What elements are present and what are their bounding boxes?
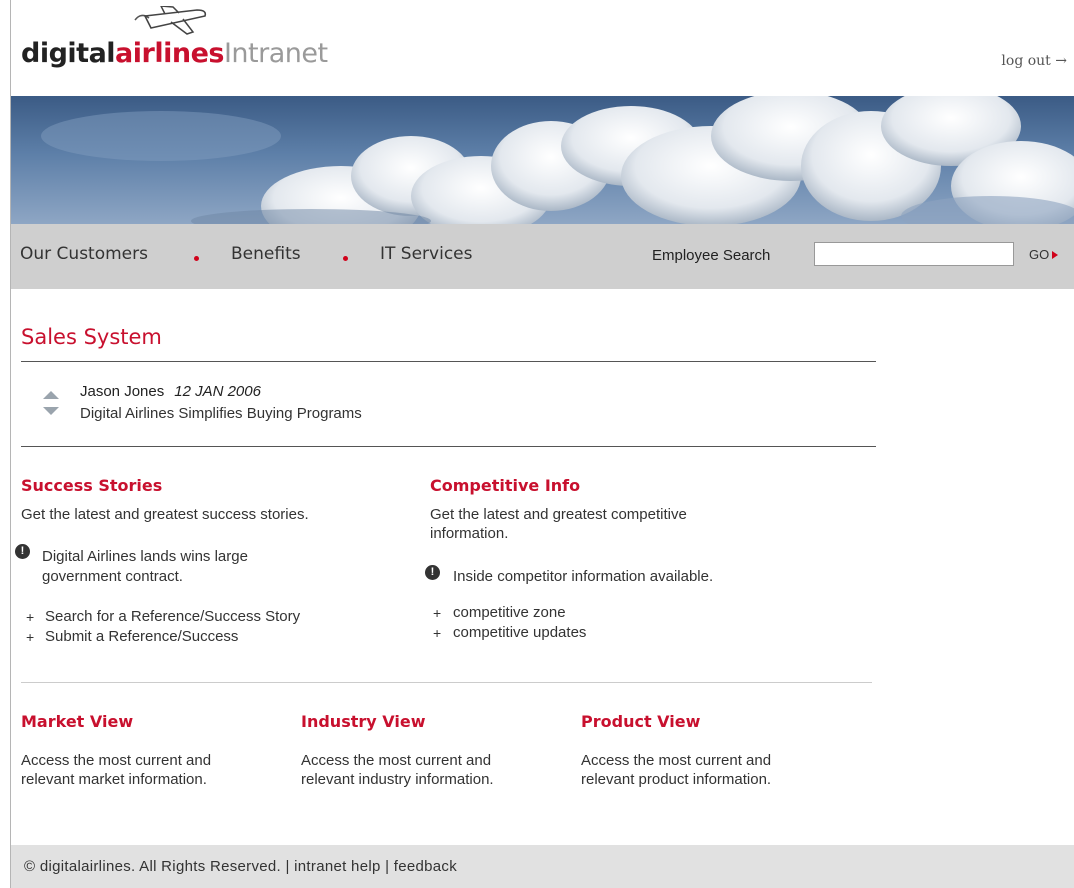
market-view-heading[interactable]: Market View bbox=[21, 712, 133, 731]
industry-view-heading[interactable]: Industry View bbox=[301, 712, 425, 731]
arrow-down-icon[interactable] bbox=[43, 407, 59, 415]
market-view-line2: relevant market information. bbox=[21, 771, 207, 788]
alert-icon: ! bbox=[15, 544, 30, 559]
main-nav-bar: Our Customers Benefits IT Services Emplo… bbox=[11, 224, 1074, 289]
news-meta: Jason Jones 12 JAN 2006 bbox=[80, 383, 261, 400]
plus-icon: + bbox=[433, 625, 442, 641]
clouds-image bbox=[41, 96, 1074, 224]
nav-it-services[interactable]: IT Services bbox=[380, 244, 473, 264]
product-view-line2: relevant product information. bbox=[581, 771, 772, 788]
submit-reference-link[interactable]: Submit a Reference/Success bbox=[45, 628, 238, 645]
industry-view-line1: Access the most current and bbox=[301, 752, 492, 769]
divider bbox=[21, 361, 876, 362]
news-headline[interactable]: Digital Airlines Simplifies Buying Progr… bbox=[80, 405, 362, 422]
market-view-line1: Access the most current and bbox=[21, 752, 212, 769]
competitive-zone-link[interactable]: competitive zone bbox=[453, 604, 566, 621]
nav-benefits[interactable]: Benefits bbox=[231, 244, 301, 264]
employee-search-label: Employee Search bbox=[652, 247, 771, 264]
site-logo[interactable]: digitalairlinesIntranet bbox=[21, 38, 328, 69]
success-alert-line2[interactable]: government contract. bbox=[42, 567, 183, 586]
logout-link[interactable]: log out → bbox=[1001, 53, 1067, 69]
footer-text[interactable]: © digitalairlines. All Rights Reserved. … bbox=[24, 858, 457, 875]
nav-our-customers[interactable]: Our Customers bbox=[20, 244, 148, 264]
arrow-right-icon bbox=[1052, 251, 1059, 259]
page-frame: digitalairlinesIntranet log out → Our Cu… bbox=[10, 0, 1074, 888]
plus-icon: + bbox=[26, 609, 35, 625]
go-label: GO bbox=[1029, 247, 1050, 262]
logo-text-intranet: Intranet bbox=[223, 38, 328, 69]
success-stories-heading[interactable]: Success Stories bbox=[21, 476, 162, 495]
employee-search-input[interactable] bbox=[814, 242, 1014, 266]
nav-separator-dot bbox=[343, 256, 348, 261]
product-view-heading[interactable]: Product View bbox=[581, 712, 700, 731]
plus-icon: + bbox=[433, 605, 442, 621]
success-stories-desc: Get the latest and greatest success stor… bbox=[21, 506, 309, 523]
airplane-logo-icon bbox=[134, 6, 207, 35]
news-author: Jason Jones bbox=[80, 383, 165, 400]
product-view-line1: Access the most current and bbox=[581, 752, 772, 769]
divider bbox=[21, 682, 872, 683]
sky-banner bbox=[11, 96, 1074, 224]
go-button[interactable]: GO bbox=[1029, 247, 1059, 262]
logo-text-digital: digital bbox=[21, 38, 116, 69]
footer: © digitalairlines. All Rights Reserved. … bbox=[11, 845, 1074, 888]
industry-view-line2: relevant industry information. bbox=[301, 771, 494, 788]
divider bbox=[21, 446, 876, 447]
alert-icon: ! bbox=[425, 565, 440, 580]
competitive-desc-line1: Get the latest and greatest competitive bbox=[430, 506, 687, 523]
competitive-updates-link[interactable]: competitive updates bbox=[453, 624, 586, 641]
logo-text-airlines: airlines bbox=[115, 38, 224, 69]
plus-icon: + bbox=[26, 629, 35, 645]
competitive-desc-line2: information. bbox=[430, 525, 509, 542]
arrow-up-icon[interactable] bbox=[43, 391, 59, 399]
page-title: Sales System bbox=[21, 325, 162, 349]
news-date: 12 JAN 2006 bbox=[174, 383, 261, 400]
competitive-info-heading[interactable]: Competitive Info bbox=[430, 476, 580, 495]
nav-separator-dot bbox=[194, 256, 199, 261]
search-reference-link[interactable]: Search for a Reference/Success Story bbox=[45, 608, 300, 625]
competitive-alert[interactable]: Inside competitor information available. bbox=[453, 567, 713, 586]
success-alert-line1[interactable]: Digital Airlines lands wins large bbox=[42, 547, 248, 566]
